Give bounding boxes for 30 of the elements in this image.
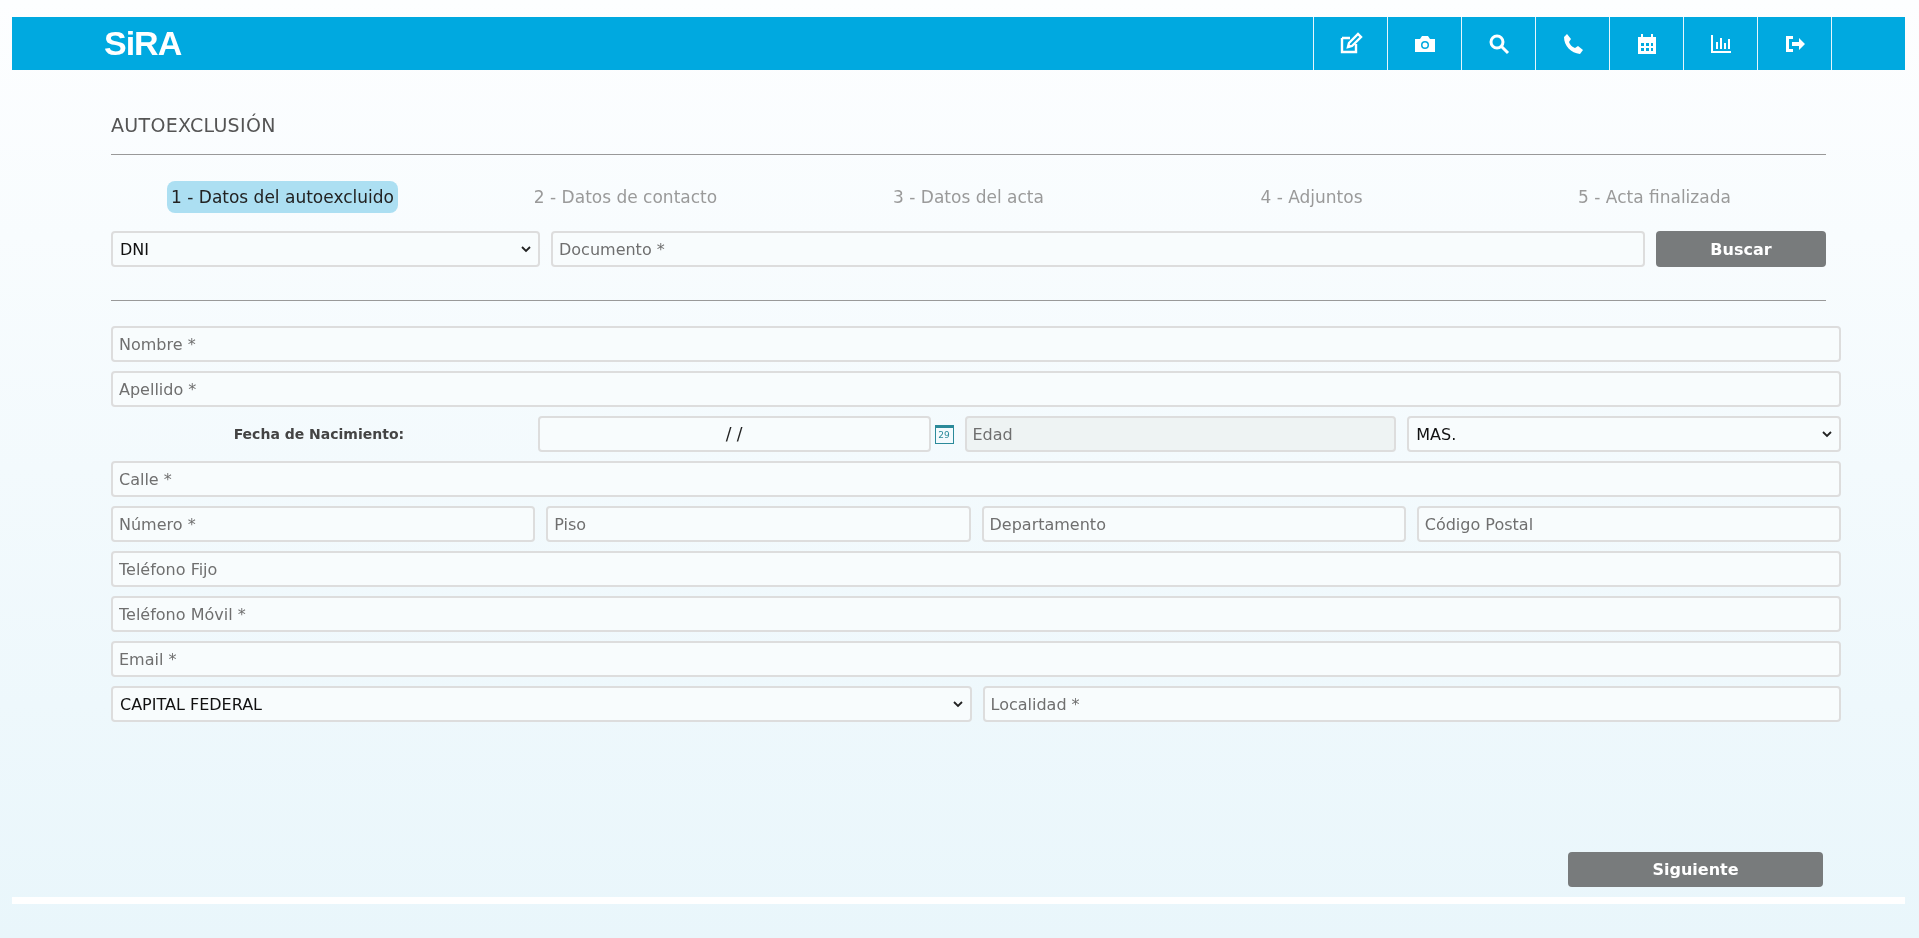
chevron-down-icon xyxy=(1822,430,1832,438)
step-tab[interactable]: 3 - Datos del acta xyxy=(889,181,1048,213)
step-tab[interactable]: 4 - Adjuntos xyxy=(1256,181,1367,213)
field-label: Fecha de Nacimiento: xyxy=(232,426,406,442)
next-button[interactable]: Siguiente xyxy=(1568,852,1823,887)
date-field[interactable]: / / xyxy=(537,416,931,452)
step-tab[interactable]: 1 - Datos del autoexcluido xyxy=(167,181,398,213)
logo: SiRA xyxy=(104,24,182,63)
dropdown-field[interactable]: MAS. xyxy=(1407,416,1841,452)
dropdown-field[interactable]: DNI xyxy=(111,231,540,267)
text-field[interactable]: Teléfono Fijo xyxy=(111,551,1841,587)
search-button[interactable]: Buscar xyxy=(1656,231,1826,267)
chevron-down-icon xyxy=(952,700,963,708)
text-field[interactable]: Código Postal xyxy=(1416,506,1841,542)
text-field[interactable]: Teléfono Móvil * xyxy=(111,596,1841,632)
text-field[interactable]: Nombre * xyxy=(111,326,1841,362)
calendar-icon[interactable]: 29 xyxy=(934,424,954,444)
page-title: AUTOEXCLUSIÓN xyxy=(111,114,277,136)
text-field[interactable]: Localidad * xyxy=(982,686,1841,722)
step-tab[interactable]: 2 - Datos de contacto xyxy=(529,181,722,213)
chevron-down-icon xyxy=(521,245,531,253)
step-tab[interactable]: 5 - Acta finalizada xyxy=(1574,181,1735,213)
text-field[interactable]: Apellido * xyxy=(111,371,1841,407)
text-field[interactable]: Piso xyxy=(546,506,971,542)
text-field[interactable]: Departamento xyxy=(981,506,1406,542)
dropdown-field[interactable]: CAPITAL FEDERAL xyxy=(111,686,972,722)
text-field[interactable]: Email * xyxy=(111,641,1841,677)
text-field[interactable]: Calle * xyxy=(111,461,1841,497)
text-field[interactable]: Documento * xyxy=(551,231,1645,267)
text-field[interactable]: Número * xyxy=(111,506,536,542)
